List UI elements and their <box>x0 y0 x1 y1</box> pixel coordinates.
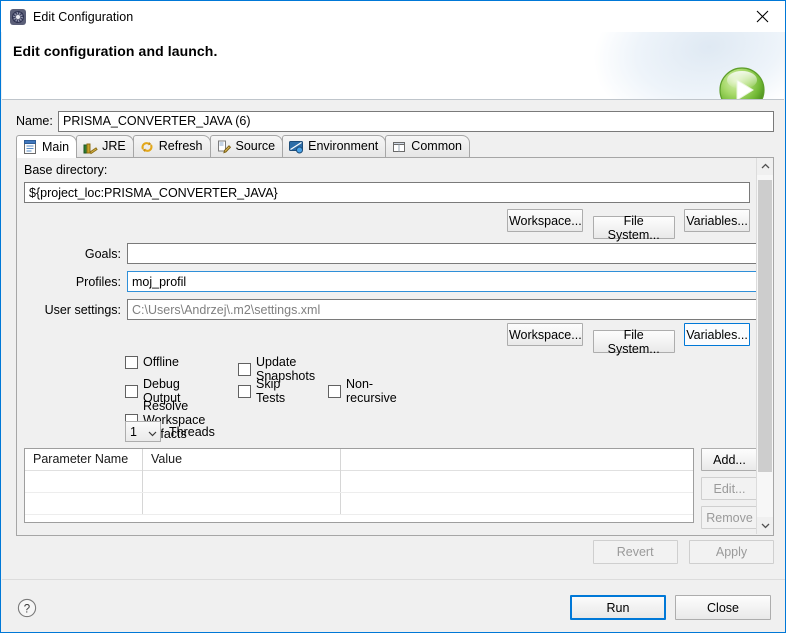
base-directory-label: Base directory: <box>24 163 107 177</box>
threads-dropdown[interactable]: 1 <box>125 421 161 442</box>
scrollbar-thumb[interactable] <box>758 180 772 472</box>
checkbox-label: Non-recursive <box>346 377 397 405</box>
file-system-button-bottom[interactable]: File System... <box>593 330 675 353</box>
user-settings-input[interactable] <box>127 299 758 320</box>
name-label: Name: <box>16 114 58 128</box>
goals-input[interactable] <box>127 243 758 264</box>
dialog-footer: ? Run Close <box>1 580 785 633</box>
goals-row: Goals: <box>17 243 758 264</box>
checkbox-label: Offline <box>143 355 179 369</box>
scroll-up-icon[interactable] <box>757 158 773 175</box>
table-row[interactable] <box>25 471 693 493</box>
edit-configuration-dialog: Edit Configuration Edit configuration an… <box>0 0 786 633</box>
footer-actions: Run Close <box>561 595 771 620</box>
goals-label: Goals: <box>17 247 127 261</box>
checkbox-box <box>125 356 138 369</box>
scroll-down-icon[interactable] <box>757 517 773 534</box>
configuration-gear-icon <box>10 9 26 25</box>
table-cell <box>341 493 693 514</box>
checkbox-box <box>238 385 251 398</box>
tab-refresh[interactable]: Refresh <box>133 135 211 157</box>
tab-label: Source <box>236 140 276 153</box>
name-input[interactable] <box>58 111 774 132</box>
main-tab-panel: Base directory: Workspace... File System… <box>16 158 774 536</box>
tab-main[interactable]: Main <box>16 135 77 158</box>
checkbox-box <box>328 385 341 398</box>
checkbox-box <box>238 363 251 376</box>
profiles-row: Profiles: <box>17 271 758 292</box>
main-document-icon <box>22 139 38 155</box>
run-play-icon <box>718 66 766 100</box>
table-cell <box>341 471 693 492</box>
tab-jre[interactable]: JRE <box>76 135 134 157</box>
apply-button: Apply <box>689 540 774 564</box>
dialog-header: Edit configuration and launch. <box>2 32 784 100</box>
profiles-label: Profiles: <box>17 275 127 289</box>
tab-environment[interactable]: Environment <box>282 135 386 157</box>
threads-label: Threads <box>169 425 215 439</box>
jre-books-icon <box>82 139 98 155</box>
help-question-icon[interactable]: ? <box>17 598 37 618</box>
profiles-input[interactable] <box>127 271 758 292</box>
workspace-button-bottom[interactable]: Workspace... <box>507 323 583 346</box>
source-pencil-icon <box>216 139 232 155</box>
checkbox-box <box>125 385 138 398</box>
tab-label: Main <box>42 141 69 154</box>
tab-strip: Main JRE Refresh <box>16 136 774 158</box>
common-window-icon <box>391 139 407 155</box>
tab-label: Common <box>411 140 462 153</box>
table-cell <box>25 471 143 492</box>
tab-common[interactable]: Common <box>385 135 470 157</box>
checkbox-non-recursive[interactable]: Non-recursive <box>328 377 397 405</box>
user-settings-label: User settings: <box>17 303 127 317</box>
checkbox-offline[interactable]: Offline <box>125 355 179 369</box>
tab-source[interactable]: Source <box>210 135 284 157</box>
close-icon[interactable] <box>739 1 785 31</box>
checkbox-label: Skip Tests <box>256 377 285 405</box>
table-cell <box>143 471 341 492</box>
title-bar: Edit Configuration <box>1 1 785 32</box>
svg-text:?: ? <box>24 603 30 615</box>
remove-parameter-button: Remove <box>701 506 758 529</box>
tab-label: Refresh <box>159 140 203 153</box>
panel-scrollbar[interactable] <box>756 158 773 534</box>
table-cell <box>25 493 143 514</box>
table-header-row: Parameter Name Value <box>25 449 693 471</box>
chevron-down-icon <box>148 427 157 436</box>
environment-icon <box>288 139 304 155</box>
refresh-arrows-icon <box>139 139 155 155</box>
file-system-button-top[interactable]: File System... <box>593 216 675 239</box>
tab-label: Environment <box>308 140 378 153</box>
add-parameter-button[interactable]: Add... <box>701 448 758 471</box>
variables-button-top[interactable]: Variables... <box>684 209 750 232</box>
window-title: Edit Configuration <box>33 10 133 24</box>
base-directory-buttons: Workspace... File System... Variables... <box>17 209 750 239</box>
close-button[interactable]: Close <box>675 595 771 620</box>
parameter-table-buttons: Add... Edit... Remove <box>701 448 759 535</box>
page-title: Edit configuration and launch. <box>13 43 217 59</box>
revert-button: Revert <box>593 540 678 564</box>
threads-value: 1 <box>130 425 137 439</box>
table-cell <box>143 493 341 514</box>
run-button[interactable]: Run <box>570 595 666 620</box>
table-row[interactable] <box>25 493 693 515</box>
revert-apply-row: Revert Apply <box>16 540 774 564</box>
variables-button-bottom[interactable]: Variables... <box>684 323 750 346</box>
parameter-table[interactable]: Parameter Name Value <box>24 448 694 523</box>
user-settings-row: User settings: <box>17 299 758 320</box>
threads-row: 1 Threads <box>125 421 215 442</box>
configuration-name-row: Name: <box>16 110 774 132</box>
tab-label: JRE <box>102 140 126 153</box>
scrollbar-track[interactable] <box>757 175 773 517</box>
base-directory-input[interactable] <box>24 182 750 203</box>
user-settings-buttons: Workspace... File System... Variables... <box>17 323 750 353</box>
workspace-button-top[interactable]: Workspace... <box>507 209 583 232</box>
edit-parameter-button: Edit... <box>701 477 758 500</box>
checkbox-skip-tests[interactable]: Skip Tests <box>238 377 285 405</box>
